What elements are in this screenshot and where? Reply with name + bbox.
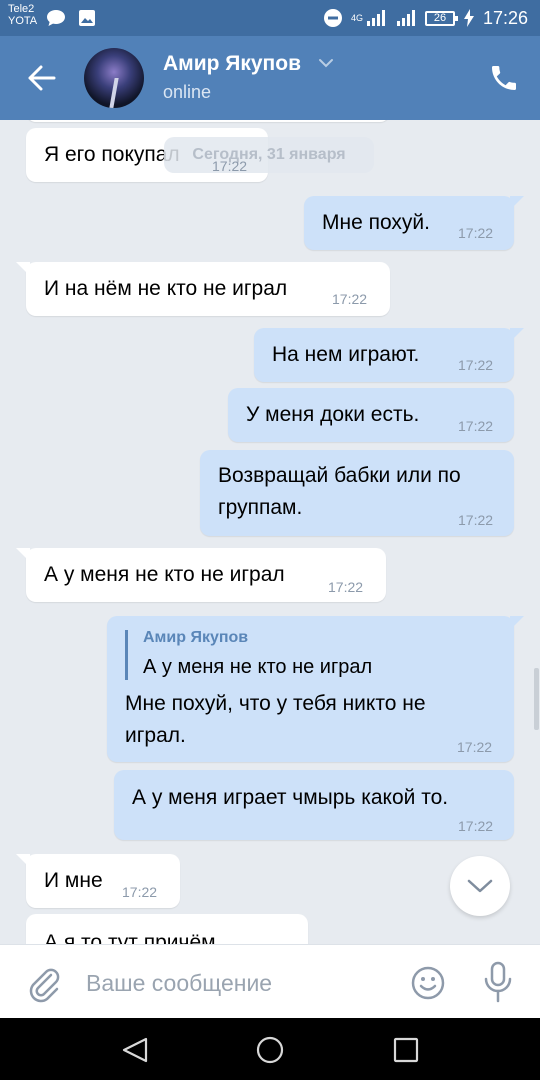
emoji-button[interactable] xyxy=(410,965,446,1001)
nav-back-icon[interactable] xyxy=(120,1036,150,1064)
message-time: 17:22 xyxy=(458,418,494,434)
message-time: 17:22 xyxy=(212,158,248,174)
battery-level: 26 xyxy=(433,11,447,24)
status-bar: Tele2 YOTA 4G 26 17:26 xyxy=(0,0,540,36)
reply-author[interactable]: Амир Якупов xyxy=(143,628,248,648)
scroll-down-button[interactable] xyxy=(450,856,510,916)
do-not-disturb-icon xyxy=(323,9,342,27)
carrier-name-1: Tele2 xyxy=(8,3,35,15)
message-bubble-incoming[interactable]: А у меня не кто не играл 17:22 xyxy=(16,548,386,602)
message-time: 17:22 xyxy=(332,291,368,307)
message-text-line-2: группам. xyxy=(218,496,303,519)
message-text: А я то тут причём xyxy=(44,931,216,944)
message-text: А у меня играет чмырь какой то. xyxy=(132,786,449,809)
chevron-down-icon[interactable] xyxy=(318,58,334,68)
message-text: У меня доки есть. xyxy=(246,403,420,426)
message-bubble-outgoing-reply[interactable]: Амир Якупов А у меня не кто не играл Мне… xyxy=(107,616,524,762)
message-list[interactable]: Я его покупал Сегодня, 31 января 17:22 М… xyxy=(0,120,540,944)
scroll-down-icon xyxy=(467,879,493,893)
message-bubble-partial xyxy=(26,120,390,122)
message-bubble-outgoing[interactable]: Возвращай бабки или по группам. 17:22 xyxy=(200,450,514,536)
back-arrow-icon xyxy=(28,65,56,91)
microphone-icon xyxy=(484,961,512,1003)
message-time: 17:22 xyxy=(457,739,493,755)
message-time: 17:22 xyxy=(458,818,494,834)
message-time: 17:22 xyxy=(122,884,158,900)
message-bubble-incoming[interactable]: И мне 17:22 xyxy=(16,854,180,908)
chat-header: Амир Якупов online xyxy=(0,36,540,120)
nav-recents-icon[interactable] xyxy=(393,1037,419,1063)
message-time: 17:22 xyxy=(458,357,494,373)
message-bubble-incoming[interactable]: А я то тут причём xyxy=(26,914,308,944)
call-button[interactable] xyxy=(488,62,520,94)
avatar[interactable] xyxy=(84,48,144,108)
paperclip-icon xyxy=(29,968,60,1003)
network-type-label: 4G xyxy=(350,12,363,23)
message-text-line-1: Возвращай бабки или по xyxy=(218,464,461,487)
attach-button[interactable] xyxy=(24,963,64,1003)
composer xyxy=(0,944,540,1018)
message-notification-icon xyxy=(47,10,65,26)
voice-message-button[interactable] xyxy=(482,961,514,1003)
message-time: 17:22 xyxy=(458,225,494,241)
nav-home-icon[interactable] xyxy=(255,1035,285,1065)
contact-name[interactable]: Амир Якупов xyxy=(163,52,301,76)
message-bubble-outgoing[interactable]: Мне похуй. 17:22 xyxy=(304,196,524,250)
contact-status: online xyxy=(163,82,212,102)
carrier-label: Tele2 YOTA xyxy=(8,3,37,27)
message-time: 17:22 xyxy=(458,512,494,528)
smiley-icon xyxy=(411,966,445,1000)
signal-icon-1 xyxy=(366,10,385,26)
battery-icon: 26 xyxy=(424,10,458,26)
message-time: 17:22 xyxy=(328,579,364,595)
message-input[interactable] xyxy=(86,963,396,1003)
phone-icon xyxy=(492,66,516,90)
message-bubble-outgoing[interactable]: На нем играют. 17:22 xyxy=(254,328,524,382)
message-text: На нем играют. xyxy=(272,343,420,366)
message-text: И на нём не кто не играл xyxy=(44,277,288,300)
message-text-line-1: Мне похуй, что у тебя никто не xyxy=(125,692,426,715)
message-text: И мне xyxy=(44,869,103,892)
carrier-name-2: YOTA xyxy=(8,15,38,27)
message-text: Я его покупал xyxy=(44,143,180,166)
message-bubble-incoming[interactable]: И на нём не кто не играл 17:22 xyxy=(16,262,390,316)
message-text-line-2: играл. xyxy=(125,724,186,747)
date-separator: Сегодня, 31 января xyxy=(164,137,374,173)
signal-icon-2 xyxy=(396,10,415,26)
clock: 17:26 xyxy=(482,7,528,28)
gallery-notification-icon xyxy=(79,10,95,26)
back-button[interactable] xyxy=(20,58,64,98)
system-nav-bar xyxy=(0,1018,540,1080)
scrollbar[interactable] xyxy=(534,668,539,730)
reply-text[interactable]: А у меня не кто не играл xyxy=(143,654,372,680)
charging-icon xyxy=(463,9,474,27)
reply-quote-bar xyxy=(125,630,128,680)
message-bubble-outgoing[interactable]: А у меня играет чмырь какой то. 17:22 xyxy=(114,770,514,840)
message-bubble-outgoing[interactable]: У меня доки есть. 17:22 xyxy=(228,388,514,442)
message-text: Мне похуй. xyxy=(322,211,430,234)
message-text: А у меня не кто не играл xyxy=(44,563,285,586)
